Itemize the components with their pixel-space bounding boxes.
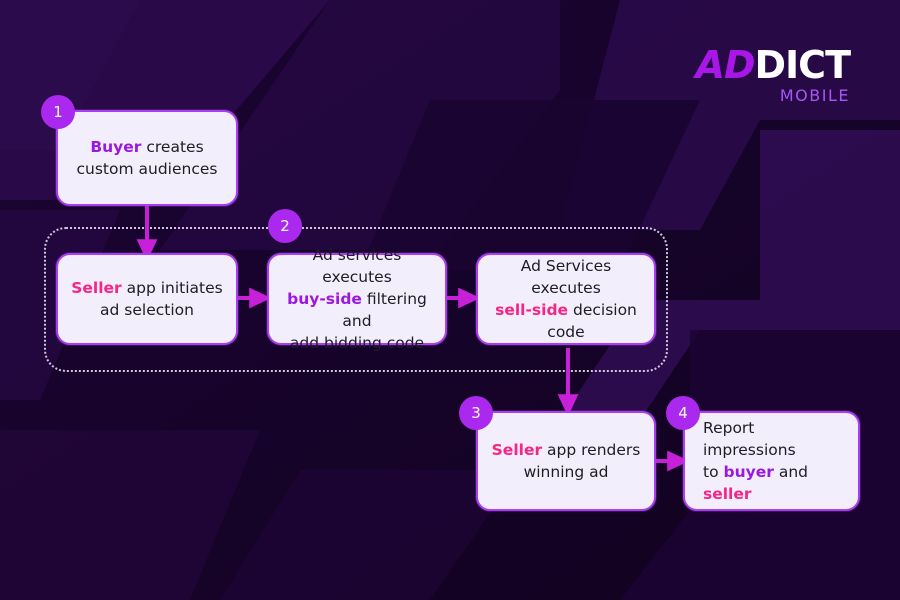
node-buyside-line-1: Ad services executes	[312, 246, 402, 286]
step-badge-1-label: 1	[53, 103, 63, 121]
step-badge-4: 4	[666, 396, 700, 430]
node-adservices-sell-side[interactable]: Ad Services executes sell-side decision …	[476, 253, 656, 345]
node-render-line-2: winning ad	[523, 463, 609, 481]
node-buyside-line-3: add bidding code	[289, 334, 425, 352]
node-report-line-2: to buyer and seller	[703, 461, 846, 505]
node-seller-initiates-ad-selection[interactable]: Seller app initiates ad selection	[56, 253, 238, 345]
node-report-keyword-seller: seller	[703, 485, 752, 503]
step-badge-3-label: 3	[471, 404, 481, 422]
node-seller-renders-winning-ad[interactable]: Seller app renders winning ad	[476, 411, 656, 511]
node-buyer-line-1: Buyer creates	[70, 136, 224, 158]
step-badge-4-label: 4	[678, 404, 688, 422]
node-render-line-1: Seller app renders	[490, 439, 642, 461]
node-buyside-line-2: buy-side filtering and	[281, 288, 433, 332]
node-sellside-keyword: sell-side	[495, 301, 569, 319]
node-report-impressions[interactable]: Report impressions to buyer and seller	[683, 411, 860, 511]
step-badge-1: 1	[41, 95, 75, 129]
node-report-line2-middle: and	[773, 463, 808, 481]
node-seller-line1-rest: app initiates	[121, 279, 223, 297]
node-buyer-creates-audiences[interactable]: Buyer creates custom audiences	[56, 110, 238, 206]
node-sellside-line-2: sell-side decision	[490, 299, 642, 321]
step-badge-2-label: 2	[280, 217, 290, 235]
node-report-keyword-buyer: buyer	[723, 463, 774, 481]
node-report-line-1: Report impressions	[703, 419, 796, 459]
node-report-line2-prefix: to	[703, 463, 724, 481]
node-seller-keyword: Seller	[71, 279, 122, 297]
node-buyer-line-2: custom audiences	[76, 160, 218, 178]
node-sellside-line-1: Ad Services executes	[520, 257, 612, 297]
step-badge-2: 2	[268, 209, 302, 243]
step-badge-3: 3	[459, 396, 493, 430]
node-render-line1-rest: app renders	[542, 441, 641, 459]
node-sellside-line-3: code	[547, 323, 585, 341]
node-seller-line-1: Seller app initiates	[70, 277, 224, 299]
node-adservices-buy-side[interactable]: Ad services executes buy-side filtering …	[267, 246, 447, 352]
node-buyer-line1-rest: creates	[141, 138, 204, 156]
node-sellside-line2-rest: decision	[568, 301, 637, 319]
node-seller-line-2: ad selection	[100, 301, 194, 319]
diagram-canvas: ADDICT MOBILE 1 Buyer creates custom aud…	[0, 0, 900, 600]
node-buyside-keyword: buy-side	[287, 290, 362, 308]
node-buyer-keyword: Buyer	[90, 138, 142, 156]
node-render-keyword: Seller	[491, 441, 543, 459]
